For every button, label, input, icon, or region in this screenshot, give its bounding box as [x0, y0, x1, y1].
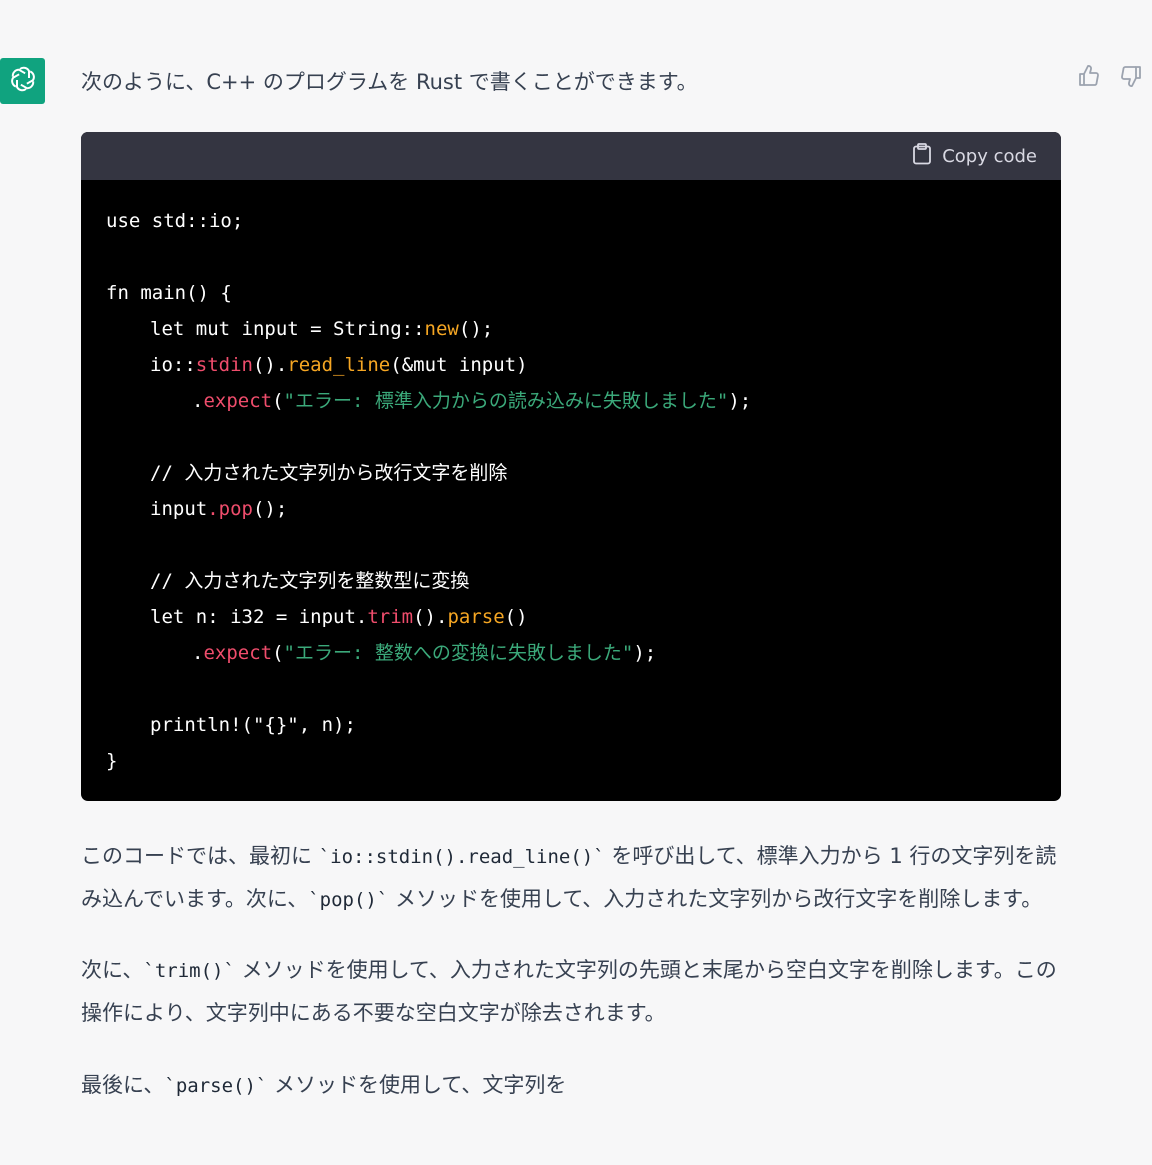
copy-code-label: Copy code: [942, 145, 1037, 167]
code-function: stdin: [195, 354, 253, 376]
code-content: use std::io; fn main() { let mut input =…: [81, 180, 1061, 801]
paragraph-text: 操作により、文字列中にある不要な空白文字が除去されます。: [81, 1001, 666, 1025]
intro-text: 次のように、C++ のプログラムを Rust で書くことができます。: [81, 70, 698, 94]
paragraph-text: 次に、: [81, 958, 144, 982]
code-function: expect: [203, 390, 273, 412]
code-function: expect: [203, 642, 273, 664]
code-string: "エラー: 標準入力からの読み込みに失敗しました": [283, 390, 729, 412]
code-text: ();: [458, 318, 494, 340]
paragraph-text: メソッドを使用して、文字列を: [267, 1073, 567, 1097]
code-text: println!("{}", n);: [150, 714, 356, 736]
message-content: 次のように、C++ のプログラムを Rust で書くことができます。 Copy …: [81, 62, 1061, 1107]
paragraph-text: このコードでは、最初に: [81, 844, 319, 868]
paragraph-text: み込んでいます。次に、: [81, 887, 309, 911]
code-comment: // 入力された文字列を整数型に変換: [150, 570, 470, 592]
code-line: // 入力された文字列から改行文字を削除: [106, 455, 1061, 491]
code-text: (: [272, 390, 284, 412]
code-text: io::: [150, 354, 196, 376]
inline-code: `parse()`: [164, 1075, 268, 1097]
explanation-paragraph: このコードでは、最初に `io::stdin().read_line()` を呼…: [81, 835, 1061, 921]
explanation-paragraph: 次に、`trim()` メソッドを使用して、入力された文字列の先頭と末尾から空白…: [81, 949, 1061, 1034]
code-line: .expect("エラー: 標準入力からの読み込みに失敗しました");: [106, 383, 1061, 419]
code-line: let mut input = String::new();: [106, 311, 1061, 347]
code-text: use std::io;: [106, 210, 244, 232]
code-string: "エラー: 整数への変換に失敗しました": [283, 642, 634, 664]
code-text: ().: [252, 354, 288, 376]
code-text: input: [150, 498, 208, 520]
copy-code-button[interactable]: Copy code: [912, 142, 1037, 170]
openai-logo-icon: [8, 64, 38, 98]
code-line: input.pop();: [106, 491, 1061, 527]
feedback-buttons: [1076, 64, 1144, 92]
code-text: }: [106, 750, 118, 772]
code-text: .: [192, 390, 204, 412]
code-function: read_line: [287, 354, 391, 376]
code-function: trim: [367, 606, 414, 628]
paragraph-text: 最後に、: [81, 1073, 165, 1097]
code-function: parse: [447, 606, 505, 628]
explanation-paragraph: 最後に、`parse()` メソッドを使用して、文字列を: [81, 1064, 1061, 1107]
code-line: let n: i32 = input.trim().parse(): [106, 599, 1061, 635]
code-block-header: Copy code: [81, 132, 1061, 180]
code-line: println!("{}", n);: [106, 707, 1061, 743]
code-text: let n: i32 = input.: [150, 606, 368, 628]
inline-code: `pop()`: [308, 889, 389, 911]
code-text: (): [504, 606, 528, 628]
code-block: Copy code use std::io; fn main() { let m…: [81, 132, 1061, 801]
code-function: new: [424, 318, 459, 340]
code-comment: // 入力された文字列から改行文字を削除: [150, 462, 508, 484]
code-function: .pop: [207, 498, 253, 520]
code-text: ();: [252, 498, 288, 520]
code-text: );: [728, 390, 752, 412]
code-text: ().: [413, 606, 448, 628]
paragraph-text: メソッドを使用して、入力された文字列の先頭と末尾から空白文字を削除します。この: [234, 958, 1057, 982]
code-line: fn main() {: [106, 275, 1061, 311]
code-text: (&mut input): [390, 354, 528, 376]
thumbs-down-icon: [1119, 64, 1143, 92]
code-text: );: [633, 642, 657, 664]
thumbs-down-button[interactable]: [1118, 64, 1144, 92]
code-text: .: [192, 642, 204, 664]
code-text: let mut input = String::: [150, 318, 425, 340]
code-text: fn main() {: [106, 282, 232, 304]
clipboard-icon: [912, 142, 932, 170]
code-line: io::stdin().read_line(&mut input): [106, 347, 1061, 383]
paragraph-text: を呼び出して、標準入力から 1 行の文字列を読: [604, 844, 1057, 868]
assistant-avatar: [0, 58, 45, 104]
thumbs-up-button[interactable]: [1076, 64, 1102, 92]
code-line: // 入力された文字列を整数型に変換: [106, 563, 1061, 599]
code-line: }: [106, 743, 1061, 779]
code-line: .expect("エラー: 整数への変換に失敗しました");: [106, 635, 1061, 671]
paragraph-text: メソッドを使用して、入力された文字列から改行文字を削除します。: [388, 887, 1043, 911]
thumbs-up-icon: [1077, 64, 1101, 92]
code-line: use std::io;: [106, 203, 1061, 239]
inline-code: `trim()`: [143, 960, 235, 982]
code-text: (: [272, 642, 284, 664]
inline-code: `io::stdin().read_line()`: [318, 846, 605, 868]
assistant-message: 次のように、C++ のプログラムを Rust で書くことができます。 Copy …: [0, 0, 1152, 1165]
